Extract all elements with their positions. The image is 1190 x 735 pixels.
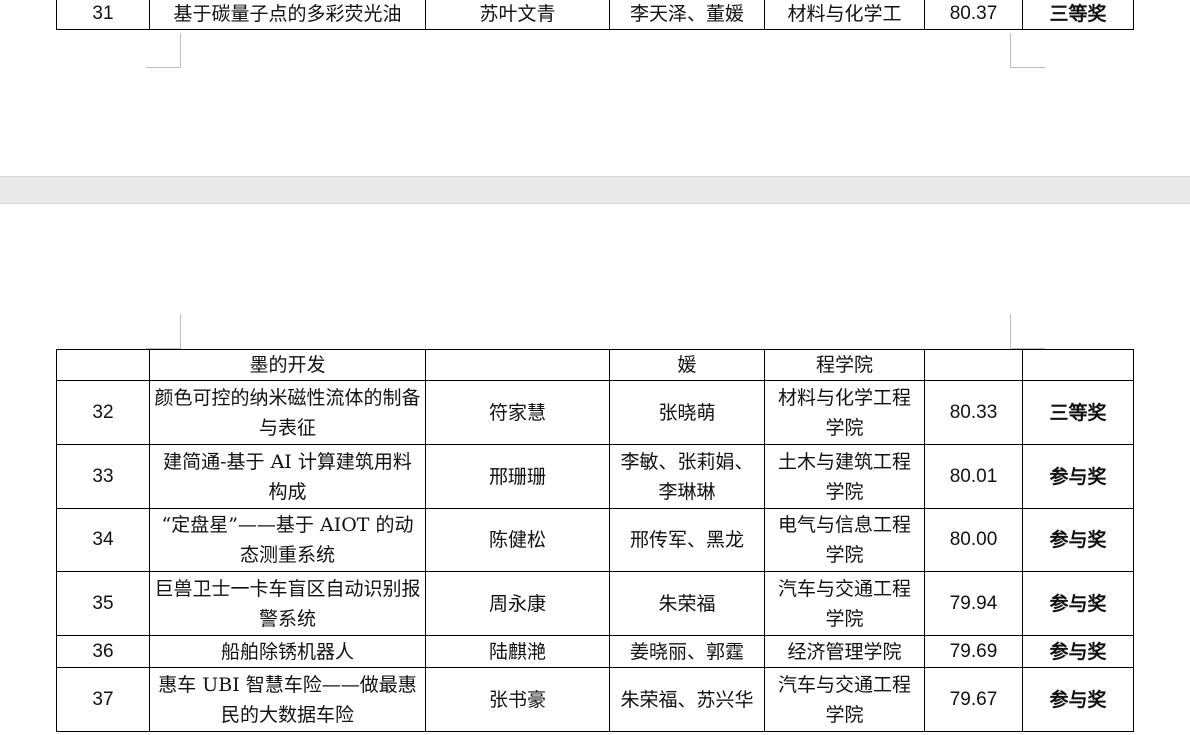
team-members: 李敏、张莉娟、李琳琳: [609, 444, 765, 509]
table-row: 36 船舶除锈机器人 陆麒滟 姜晓丽、郭霆 经济管理学院 79.69 参与奖: [56, 635, 1134, 668]
score: 80.33: [924, 380, 1023, 445]
table-row: 33 建简通-基于 AI 计算建筑用料构成 邢珊珊 李敏、张莉娟、李琳琳 土木与…: [56, 444, 1134, 509]
table-row: 35 巨兽卫士一卡车盲区自动识别报警系统 周永康 朱荣福 汽车与交通工程学院 7…: [56, 571, 1134, 636]
team-leader: 张书豪: [425, 667, 610, 732]
team-leader: 陆麒滟: [425, 635, 610, 668]
margin-corner-mark: [1010, 314, 1045, 349]
table-row: 34 “定盘星”——基于 AIOT 的动态测重系统 陈健松 邢传军、黑龙 电气与…: [56, 508, 1134, 572]
row-number: 33: [56, 444, 150, 509]
award: 参与奖: [1022, 667, 1134, 732]
page-gap: [0, 176, 1190, 204]
row-number: 32: [56, 380, 150, 445]
team-leader: 苏叶文青: [425, 0, 610, 30]
team-members: 张晓萌: [609, 380, 765, 445]
table-row: 37 惠车 UBI 智慧车险——做最惠民的大数据车险 张书豪 朱荣福、苏兴华 汽…: [56, 667, 1134, 732]
award: 三等奖: [1022, 380, 1134, 445]
team-members: 媛: [609, 349, 765, 381]
team-members: 朱荣福、苏兴华: [609, 667, 765, 732]
project-title: 墨的开发: [149, 349, 426, 381]
team-members: 朱荣福: [609, 571, 765, 636]
team-leader: 邢珊珊: [425, 444, 610, 509]
row-number: 37: [56, 667, 150, 732]
college: 电气与信息工程学院: [764, 508, 925, 572]
award: 参与奖: [1022, 571, 1134, 636]
team-leader: [425, 349, 610, 381]
college: 汽车与交通工程学院: [764, 667, 925, 732]
score: [924, 349, 1023, 381]
team-members: 邢传军、黑龙: [609, 508, 765, 572]
score: 80.00: [924, 508, 1023, 572]
college: 程学院: [764, 349, 925, 381]
project-title: 基于碳量子点的多彩荧光油: [149, 0, 426, 30]
margin-corner-mark: [1010, 33, 1045, 68]
margin-corner-mark: [146, 33, 181, 68]
team-members: 姜晓丽、郭霆: [609, 635, 765, 668]
score: 79.67: [924, 667, 1023, 732]
document-page-top: 31 基于碳量子点的多彩荧光油 苏叶文青 李天泽、董媛 材料与化学工 80.37…: [0, 0, 1190, 176]
award: 参与奖: [1022, 635, 1134, 668]
project-title: 巨兽卫士一卡车盲区自动识别报警系统: [149, 571, 426, 636]
college: 汽车与交通工程学院: [764, 571, 925, 636]
team-leader: 符家慧: [425, 380, 610, 445]
score: 79.69: [924, 635, 1023, 668]
project-title: 建简通-基于 AI 计算建筑用料构成: [149, 444, 426, 509]
awards-table: 墨的开发 媛 程学院 32 颜色可控的纳米磁性流体的制备与表征 符家慧 张晓萌 …: [56, 349, 1134, 732]
project-title: 船舶除锈机器人: [149, 635, 426, 668]
score: 80.37: [924, 0, 1023, 30]
award: 参与奖: [1022, 444, 1134, 509]
team-members: 李天泽、董媛: [609, 0, 765, 30]
award: 参与奖: [1022, 508, 1134, 572]
row-number: 31: [56, 0, 150, 30]
project-title: 颜色可控的纳米磁性流体的制备与表征: [149, 380, 426, 445]
award: [1022, 349, 1134, 381]
project-title: “定盘星”——基于 AIOT 的动态测重系统: [149, 508, 426, 572]
college: 土木与建筑工程学院: [764, 444, 925, 509]
row-number: 36: [56, 635, 150, 668]
table-row-continued: 墨的开发 媛 程学院: [56, 349, 1134, 381]
team-leader: 陈健松: [425, 508, 610, 572]
margin-corner-mark: [146, 314, 181, 349]
table-row: 32 颜色可控的纳米磁性流体的制备与表征 符家慧 张晓萌 材料与化学工程学院 8…: [56, 380, 1134, 445]
project-title: 惠车 UBI 智慧车险——做最惠民的大数据车险: [149, 667, 426, 732]
team-leader: 周永康: [425, 571, 610, 636]
college: 经济管理学院: [764, 635, 925, 668]
awards-table-top: 31 基于碳量子点的多彩荧光油 苏叶文青 李天泽、董媛 材料与化学工 80.37…: [56, 0, 1134, 30]
document-page-bottom: 墨的开发 媛 程学院 32 颜色可控的纳米磁性流体的制备与表征 符家慧 张晓萌 …: [0, 204, 1190, 735]
row-number: 35: [56, 571, 150, 636]
table-row: 31 基于碳量子点的多彩荧光油 苏叶文青 李天泽、董媛 材料与化学工 80.37…: [56, 0, 1134, 30]
college: 材料与化学工程学院: [764, 380, 925, 445]
score: 80.01: [924, 444, 1023, 509]
college: 材料与化学工: [764, 0, 925, 30]
row-number: 34: [56, 508, 150, 572]
award: 三等奖: [1022, 0, 1134, 30]
row-number: [56, 349, 150, 381]
score: 79.94: [924, 571, 1023, 636]
